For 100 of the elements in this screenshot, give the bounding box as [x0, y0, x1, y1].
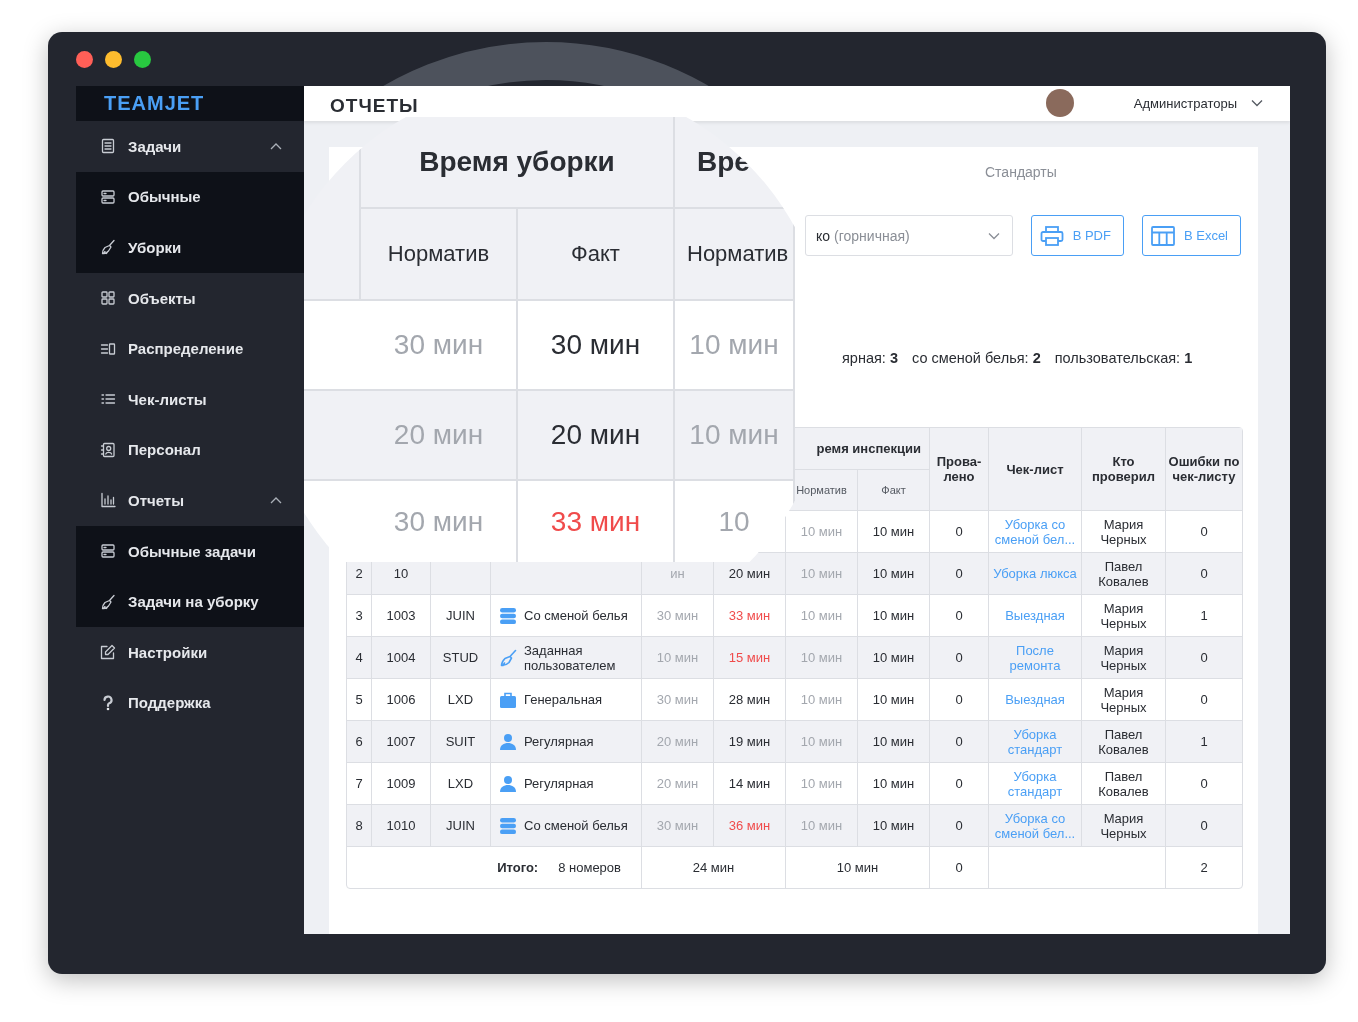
stack-icon — [100, 543, 116, 560]
time-norm: 10 мин — [689, 419, 779, 451]
time-fact: 10 мин — [872, 524, 915, 539]
time-norm: 10 мин — [800, 608, 843, 623]
chevron-down-icon — [1251, 99, 1263, 107]
broom-icon — [100, 593, 116, 610]
time-norm: 30 мин — [656, 608, 699, 623]
sidebar-item[interactable]: Задачи — [76, 121, 304, 172]
total-rooms: 8 номеров — [558, 860, 621, 875]
failed-count: 0 — [955, 566, 963, 581]
room-category: SUIT — [445, 734, 476, 749]
sidebar-subitem[interactable]: Обычные — [76, 171, 304, 223]
room-category: LXD — [447, 692, 474, 707]
time-norm: 10 мин — [800, 524, 843, 539]
row-number: 4 — [355, 650, 363, 665]
sidebar-item[interactable]: Настройки — [76, 626, 304, 678]
type-count: со сменой белья: 2 — [912, 350, 1041, 366]
type-count: пользовательская: 1 — [1054, 350, 1193, 366]
total-time: 24 мин — [692, 860, 735, 875]
row-number: 2 — [355, 566, 363, 581]
user-role: Администраторы — [1133, 95, 1237, 111]
sidebar-subitem[interactable]: Обычные задачи — [76, 525, 304, 577]
room-category: LXD — [447, 776, 474, 791]
inspector-name: Павел Ковалев — [1097, 768, 1150, 799]
failed-count: 0 — [955, 818, 963, 833]
time-fact: 20 мин — [550, 419, 641, 451]
room-number: 1003 — [386, 608, 416, 623]
sidebar-item[interactable]: Объекты — [76, 272, 304, 324]
room-number: 1004 — [386, 650, 416, 665]
row-number: 6 — [355, 734, 363, 749]
close-button[interactable] — [76, 50, 93, 68]
sidebar-item[interactable]: Персонал — [76, 424, 304, 476]
grid-icon — [100, 290, 116, 307]
time-fact: 10 мин — [872, 692, 915, 707]
sidebar-subitem[interactable]: Уборки — [76, 222, 304, 273]
time-fact: 14 мин — [728, 776, 771, 791]
page-title: ОТЧЕТЫ — [330, 95, 419, 117]
inspector-name: Мария Черных — [1099, 516, 1148, 547]
failed-count: 0 — [955, 650, 963, 665]
total-failed: 0 — [955, 860, 963, 875]
inspector-name: Мария Черных — [1099, 684, 1148, 715]
inspector-name: Мария Черных — [1099, 810, 1148, 841]
time-norm: 10 мин — [800, 734, 843, 749]
staff-dropdown[interactable]: ко (горничная) — [805, 215, 1013, 256]
minimize-button[interactable] — [105, 50, 122, 68]
inspector-name: Мария Черных — [1099, 642, 1148, 673]
time-norm: 10 мин — [800, 776, 843, 791]
bar-chart-icon — [100, 492, 116, 509]
row-number: 7 — [355, 776, 363, 791]
time-norm: 10 мин — [800, 818, 843, 833]
sidebar-item[interactable]: Поддержка — [76, 677, 304, 729]
column-header: ремя инспекции — [816, 441, 921, 456]
sidebar-item[interactable]: Отчеты — [76, 475, 304, 526]
list-icon — [100, 138, 116, 155]
edit-icon — [100, 644, 116, 661]
time-fact: 36 мин — [728, 818, 771, 833]
sidebar-subitem[interactable]: Задачи на уборку — [76, 576, 304, 627]
column-header: Ошибки по чек-листу — [1168, 454, 1240, 484]
chevron-down-icon — [987, 231, 1000, 240]
table-icon — [1150, 225, 1175, 246]
failed-count: 0 — [955, 734, 963, 749]
total-errors: 2 — [1200, 860, 1208, 875]
room-category: JUIN — [446, 608, 475, 623]
time-fact: 15 мин — [728, 650, 771, 665]
sidebar-item[interactable]: Чек-листы — [76, 373, 304, 425]
time-fact: 10 мин — [872, 650, 915, 665]
failed-count: 0 — [955, 524, 963, 539]
columns-icon — [100, 340, 116, 357]
failed-count: 0 — [955, 776, 963, 791]
briefcase-icon — [499, 690, 517, 709]
row-number: 8 — [355, 818, 363, 833]
cleaning-type: Со сменой белья — [524, 818, 628, 833]
time-fact: 19 мин — [728, 734, 771, 749]
cleaning-type: Заданная пользователем — [524, 642, 617, 673]
error-count: 0 — [1200, 524, 1208, 539]
user-avatar — [1045, 89, 1074, 117]
column-header: Факт — [881, 482, 906, 498]
row-number: 5 — [355, 692, 363, 707]
room-number: 1009 — [386, 776, 416, 791]
cleaning-type: Генеральная — [524, 692, 603, 707]
time-norm: 20 мин — [656, 776, 699, 791]
column-header: Кто проверил — [1091, 454, 1156, 484]
row-number: 3 — [355, 608, 363, 623]
time-fact: 33 мин — [550, 505, 641, 538]
broom-icon — [100, 239, 116, 256]
time-norm: 20 мин — [656, 734, 699, 749]
column-header: Прова-лено — [935, 454, 983, 484]
cleaning-type: Регулярная — [524, 776, 594, 791]
time-norm: 10 — [718, 505, 750, 538]
time-norm: 30 мин — [393, 505, 484, 538]
sidebar-item[interactable]: Распределение — [76, 323, 304, 374]
room-number: 1006 — [386, 692, 416, 707]
time-norm: 10 мин — [656, 650, 699, 665]
column-header: Чек-лист — [1006, 461, 1064, 477]
person-icon — [499, 732, 517, 751]
help-icon — [100, 694, 116, 711]
maximize-button[interactable] — [134, 50, 151, 68]
inspector-name: Мария Черных — [1099, 600, 1148, 631]
time-norm: 10 мин — [800, 566, 843, 581]
broom-icon — [499, 648, 517, 667]
